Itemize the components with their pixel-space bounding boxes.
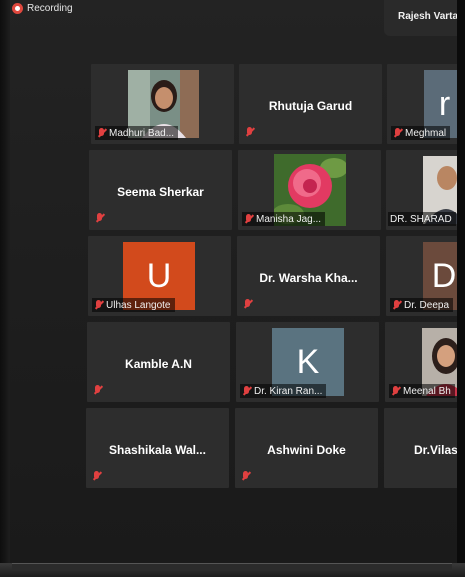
participant-tile[interactable]: D Dr. Deepa xyxy=(386,236,465,316)
participant-tile[interactable]: Ashwini Doke xyxy=(235,408,378,488)
muted-mic-icon xyxy=(243,299,252,310)
participant-tile[interactable]: Dr.Vilas xyxy=(384,408,465,488)
participant-name: Meenal Bh xyxy=(403,385,451,397)
participant-name: Meghmal xyxy=(405,127,447,139)
participant-name-tag: Meghmal xyxy=(391,126,451,140)
muted-mic-icon xyxy=(393,127,402,139)
avatar-letter: K xyxy=(296,342,320,381)
participant-tile[interactable]: Dr. Warsha Kha... xyxy=(237,236,380,316)
monitor-bezel-right xyxy=(457,0,465,577)
participant-name: Rhutuja Garud xyxy=(268,99,353,113)
participant-name-tag: Manisha Jag... xyxy=(242,212,326,226)
avatar-letter: r xyxy=(438,84,451,123)
participant-tile[interactable]: DR. SHARAD xyxy=(386,150,465,230)
participant-name: Kamble A.N xyxy=(125,357,192,371)
participant-name: Seema Sherkar xyxy=(117,185,204,199)
avatar-letter: U xyxy=(146,256,172,295)
taskbar-strip xyxy=(12,563,452,571)
muted-mic-icon xyxy=(241,471,250,482)
participant-name: Dr. Kiran Ran... xyxy=(254,385,323,397)
participant-tile[interactable]: Manisha Jag... xyxy=(238,150,381,230)
participant-name-tag: Meenal Bh xyxy=(389,384,455,398)
muted-mic-icon xyxy=(92,471,101,482)
participant-name: Manisha Jag... xyxy=(256,213,322,225)
participant-tile[interactable]: Kamble A.N xyxy=(87,322,230,402)
muted-mic-icon xyxy=(391,385,400,397)
participant-name: Ulhas Langote xyxy=(106,299,171,311)
muted-mic-icon xyxy=(97,127,106,139)
muted-mic-icon xyxy=(93,385,102,396)
muted-mic-icon xyxy=(94,299,103,311)
participant-name: Dr. Deepa xyxy=(404,299,450,311)
muted-mic-icon xyxy=(95,213,104,224)
participant-tile[interactable]: Meenal Bh xyxy=(385,322,465,402)
participant-name-tag: Ulhas Langote xyxy=(92,298,175,312)
participant-name: DR. SHARAD xyxy=(390,213,452,225)
participant-tile[interactable]: r Meghmal xyxy=(387,64,465,144)
participant-tile[interactable]: Rhutuja Garud xyxy=(239,64,382,144)
participant-tile[interactable]: Madhuri Bad... xyxy=(91,64,234,144)
participant-name-tag: Madhuri Bad... xyxy=(95,126,179,140)
participant-grid: Madhuri Bad... Rhutuja Garud r Meghmal S… xyxy=(0,0,465,577)
muted-mic-icon xyxy=(245,127,254,138)
muted-mic-icon xyxy=(392,299,401,311)
participant-tile[interactable]: Seema Sherkar xyxy=(89,150,232,230)
participant-tile[interactable]: U Ulhas Langote xyxy=(88,236,231,316)
avatar-letter: D xyxy=(431,256,457,295)
participant-name-tag: Dr. Deepa xyxy=(390,298,454,312)
participant-name: Madhuri Bad... xyxy=(109,127,175,139)
participant-name: Dr. Warsha Kha... xyxy=(259,271,358,285)
participant-name-tag: Dr. Kiran Ran... xyxy=(240,384,327,398)
participant-tile[interactable]: K Dr. Kiran Ran... xyxy=(236,322,379,402)
muted-mic-icon xyxy=(242,385,251,397)
participant-name-tag: DR. SHARAD xyxy=(388,212,456,226)
muted-mic-icon xyxy=(244,213,253,225)
participant-name: Shashikala Wal... xyxy=(109,443,206,457)
participant-tile[interactable]: Shashikala Wal... xyxy=(86,408,229,488)
participant-name: Ashwini Doke xyxy=(267,443,346,457)
